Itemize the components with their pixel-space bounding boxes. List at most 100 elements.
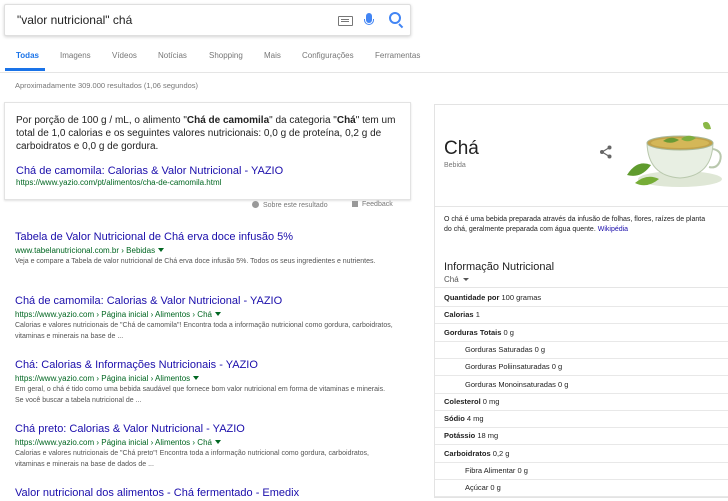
nutrition-row-text: Potássio 18 mg: [444, 431, 498, 440]
result-snippet: Veja e compare a Tabela de valor nutrici…: [15, 258, 376, 265]
result-title-link[interactable]: Chá: Calorias & Informações Nutricionais…: [15, 359, 258, 371]
nutrition-label: Calorias: [444, 310, 474, 320]
tab-todas[interactable]: Todas: [16, 51, 39, 60]
result-snippet: Calorias e valores nutricionais de "Chá …: [15, 450, 369, 468]
result-title-link[interactable]: Valor nutricional dos alimentos - Chá fe…: [15, 487, 299, 499]
search-result: Valor nutricional dos alimentos - Chá fe…: [15, 483, 405, 501]
tab-shopping[interactable]: Shopping: [209, 51, 243, 60]
nutrition-row-text: Gorduras Poliinsaturadas 0 g: [465, 362, 562, 371]
result-title-link[interactable]: Tabela de Valor Nutricional de Chá erva …: [15, 231, 293, 243]
nutrition-row-text: Colesterol 0 mg: [444, 397, 499, 406]
dropdown-arrow-icon[interactable]: [193, 376, 200, 380]
dropdown-arrow-icon[interactable]: [214, 440, 221, 444]
tea-cup-image[interactable]: [625, 121, 725, 191]
nutrition-value: 0 g: [488, 483, 501, 493]
share-icon[interactable]: [599, 145, 613, 159]
nutrition-row-text: Carboidratos 0,2 g: [444, 449, 509, 458]
result-title-link[interactable]: Chá de camomila: Calorias & Valor Nutric…: [15, 295, 282, 307]
tab-configuracoes[interactable]: Configurações: [302, 51, 354, 60]
keyboard-icon[interactable]: [338, 16, 353, 26]
result-snippet: Em geral, o chá é tido como uma bebida s…: [15, 386, 386, 404]
search-result: Tabela de Valor Nutricional de Chá erva …: [15, 227, 405, 267]
nutrition-row: Potássio 18 mg: [435, 426, 728, 446]
nutrition-value: 4 mg: [464, 414, 484, 424]
kp-title: Chá: [444, 138, 479, 159]
result-url: https://www.yazio.com › Página inicial ›…: [15, 309, 405, 320]
nutrition-label: Gorduras Totais: [444, 327, 502, 337]
tab-imagens[interactable]: Imagens: [60, 51, 91, 60]
nutrition-row-text: Fibra Alimentar 0 g: [465, 466, 528, 475]
search-box[interactable]: "valor nutricional" chá: [4, 4, 411, 36]
nutrition-row-text: Gorduras Monoinsaturadas 0 g: [465, 380, 568, 389]
result-stats: Aproximadamente 309.000 resultados (1,06…: [15, 81, 199, 90]
result-url: https://www.yazio.com › Página inicial ›…: [15, 373, 405, 384]
tab-noticias[interactable]: Notícias: [158, 51, 187, 60]
result-snippet: Calorias e valores nutricionais de "Chá …: [15, 322, 393, 340]
nutrition-value: 0 g: [532, 344, 546, 354]
nutrition-label: Gorduras Saturadas: [465, 344, 533, 354]
nutrition-row: Calorias 1: [435, 305, 728, 325]
result-url: www.tabelanutricional.com.br › Bebidas: [15, 245, 405, 256]
nutrition-row: Quantidade por 100 gramas: [435, 288, 728, 307]
search-input[interactable]: "valor nutricional" chá: [17, 13, 132, 27]
nutrition-row-text: Sódio 4 mg: [444, 414, 484, 423]
result-url: https://www.yazio.com › Página inicial ›…: [15, 437, 405, 448]
nutrition-label: Gorduras Poliinsaturadas: [465, 362, 550, 372]
tab-videos[interactable]: Vídeos: [112, 51, 137, 60]
nutrition-label: Gorduras Monoinsaturadas: [465, 379, 556, 389]
dropdown-arrow-icon[interactable]: [214, 312, 221, 316]
nutrition-label: Potássio: [444, 431, 476, 441]
nutrition-label: Quantidade por: [444, 293, 500, 302]
nutrition-label: Sódio: [444, 414, 465, 424]
search-result: Chá: Calorias & Informações Nutricionais…: [15, 355, 405, 406]
tab-mais[interactable]: Mais: [264, 51, 281, 60]
kp-divider: [435, 206, 728, 207]
dropdown-arrow-icon[interactable]: [158, 248, 165, 252]
nutrition-label: Açúcar: [465, 483, 489, 493]
nutrition-row: Açúcar 0 g: [435, 478, 728, 498]
nutrition-label: Fibra Alimentar: [465, 466, 516, 475]
nutrition-row: Sódio 4 mg: [435, 409, 728, 429]
featured-snippet: Por porção de 100 g / mL, o alimento "Ch…: [4, 102, 411, 200]
nutrition-value: 18 mg: [475, 431, 499, 441]
nutrition-row-text: Gorduras Saturadas 0 g: [465, 345, 545, 354]
nutrition-row: Gorduras Saturadas 0 g: [435, 340, 728, 359]
chevron-down-icon: [462, 278, 469, 281]
nutrition-value: 0 g: [515, 466, 528, 475]
feedback-icon: [352, 201, 358, 207]
nutrition-row-text: Quantidade por 100 gramas: [444, 293, 541, 302]
nutrition-row: Gorduras Poliinsaturadas 0 g: [435, 357, 728, 377]
microphone-icon[interactable]: [364, 13, 374, 25]
nutrition-value: 0 mg: [480, 396, 500, 406]
wikipedia-link[interactable]: Wikipédia: [598, 226, 628, 233]
nutrition-row: Gorduras Totais 0 g: [435, 323, 728, 342]
nutrition-value: 100 gramas: [499, 293, 542, 302]
nutrition-row-text: Calorias 1: [444, 310, 480, 319]
nutrition-info-title: Informação Nutricional: [444, 261, 555, 273]
featured-snippet-link[interactable]: Chá de camomila: Calorias & Valor Nutric…: [16, 165, 283, 177]
tab-ferramentas[interactable]: Ferramentas: [375, 51, 420, 60]
search-result: Chá preto: Calorias & Valor Nutricional …: [15, 419, 405, 470]
nutrition-value: 0 g: [501, 327, 514, 337]
nutrition-value: 0,2 g: [490, 448, 510, 458]
result-title-link[interactable]: Chá preto: Calorias & Valor Nutricional …: [15, 423, 245, 435]
nutrition-row-text: Açúcar 0 g: [465, 483, 501, 492]
search-tabs: Todas Imagens Vídeos Notícias Shopping M…: [0, 48, 728, 73]
knowledge-panel: Chá Bebida O chá é uma bebida preparada …: [434, 104, 728, 498]
nutrition-row: Carboidratos 0,2 g: [435, 444, 728, 463]
nutrition-row: Fibra Alimentar 0 g: [435, 461, 728, 480]
nutrition-value: 0 g: [549, 362, 563, 372]
nutrition-value: 1: [473, 310, 480, 320]
search-result: Chá de camomila: Calorias & Valor Nutric…: [15, 291, 405, 342]
feedback-link[interactable]: Feedback: [352, 201, 393, 208]
search-icon[interactable]: [389, 12, 401, 24]
nutrition-row: Colesterol 0 mg: [435, 392, 728, 411]
kp-description: O chá é uma bebida preparada através da …: [444, 216, 706, 233]
nutrition-label: Carboidratos: [444, 448, 491, 458]
kp-subtitle: Bebida: [444, 162, 466, 169]
food-select[interactable]: Chá: [444, 275, 469, 284]
nutrition-value: 0 g: [555, 379, 569, 389]
nutrition-row: Gorduras Monoinsaturadas 0 g: [435, 375, 728, 394]
about-result-link[interactable]: Sobre este resultado: [252, 201, 328, 209]
nutrition-label: Colesterol: [444, 396, 481, 406]
